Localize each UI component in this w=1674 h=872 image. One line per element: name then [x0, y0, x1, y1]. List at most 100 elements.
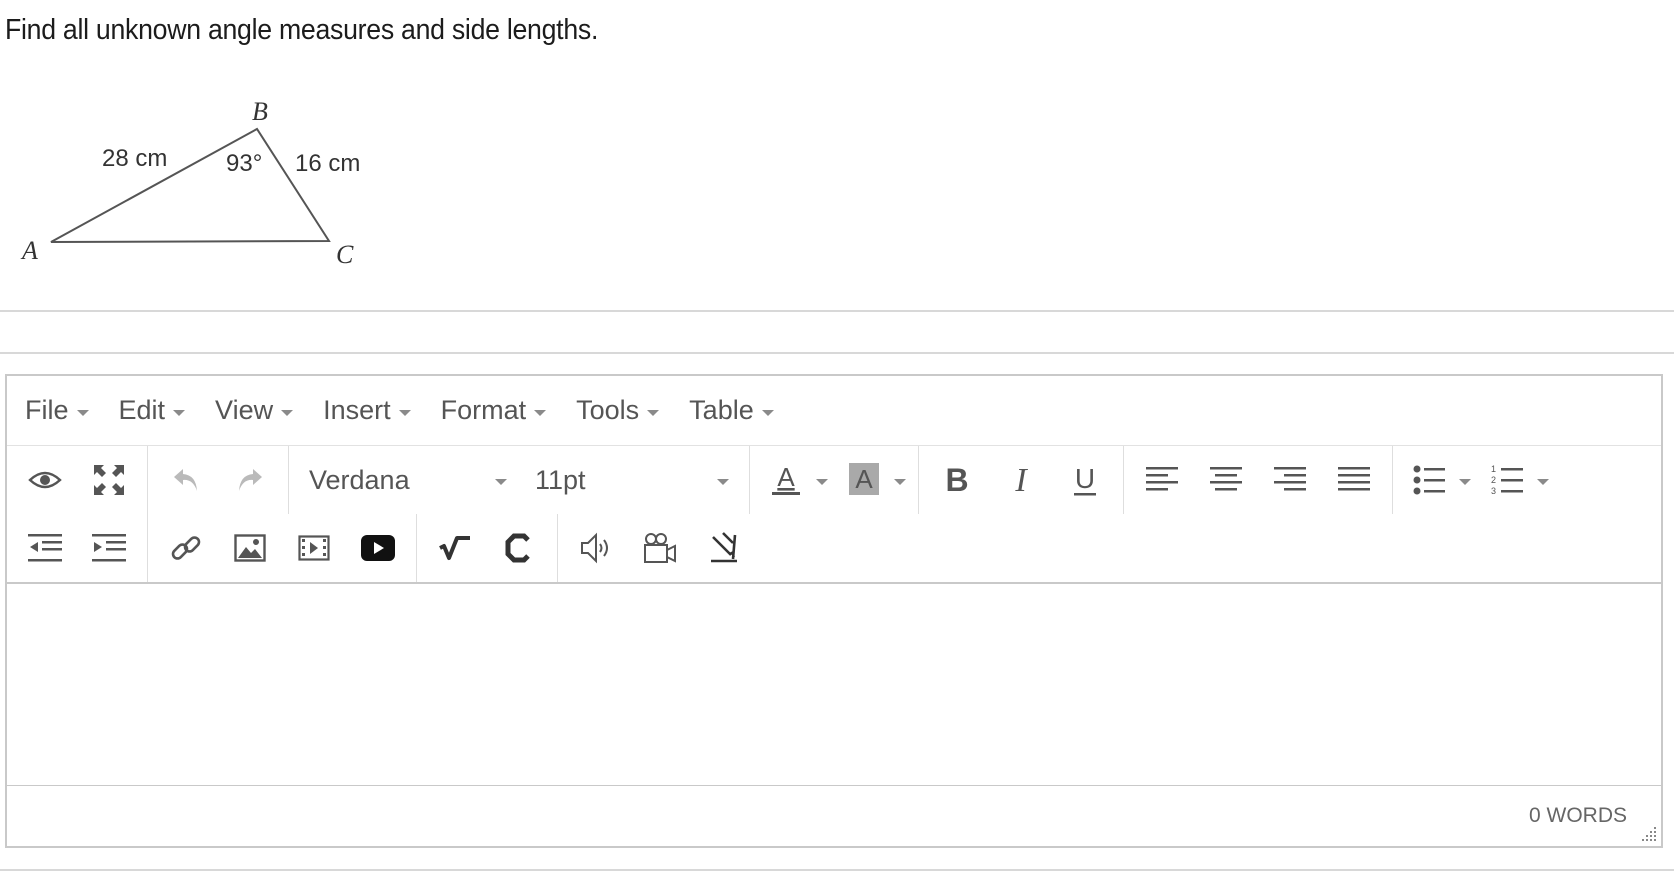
- italic-button[interactable]: I: [989, 450, 1053, 510]
- chevron-down-icon: [647, 409, 660, 416]
- bullet-list-icon: [1413, 465, 1445, 495]
- underline-icon: U: [1074, 463, 1096, 496]
- preview-icon: [28, 471, 62, 489]
- toolbar-group-indent: [7, 514, 148, 582]
- menu-tools[interactable]: Tools: [576, 395, 660, 426]
- svg-text:1: 1: [1491, 464, 1496, 474]
- menu-edit[interactable]: Edit: [119, 395, 186, 426]
- video-record-button[interactable]: [628, 518, 692, 578]
- youtube-button[interactable]: [346, 518, 410, 578]
- menu-label: Table: [689, 395, 754, 425]
- link-button[interactable]: [154, 518, 218, 578]
- question-text: Find all unknown angle measures and side…: [5, 14, 599, 46]
- equation-button[interactable]: [423, 518, 487, 578]
- align-left-button[interactable]: [1130, 450, 1194, 510]
- text-color-button[interactable]: A: [756, 450, 834, 510]
- toolbar-group-recording: [558, 514, 762, 582]
- undo-icon: [174, 469, 197, 491]
- image-button[interactable]: [218, 518, 282, 578]
- menu-view[interactable]: View: [215, 395, 294, 426]
- toolbar-row: Verdana 11pt A A B I U 1 2 3: [7, 446, 1561, 514]
- toolbar-group-color: A A: [750, 446, 919, 514]
- toolbar-group-align: [1124, 446, 1393, 514]
- chevron-down-icon: [534, 409, 547, 416]
- chemistry-button[interactable]: [487, 518, 551, 578]
- align-right-button[interactable]: [1258, 450, 1322, 510]
- draw-button[interactable]: [692, 518, 756, 578]
- editor-menubar: File Edit View Insert Format Tools Table: [7, 376, 1661, 446]
- toolbar-row: [7, 514, 762, 582]
- audio-button[interactable]: [564, 518, 628, 578]
- chevron-down-icon: [816, 479, 828, 485]
- toolbar-group-math: [417, 514, 558, 582]
- svg-text:A: A: [777, 462, 795, 492]
- toolbar-group-lists: 123: [1393, 446, 1561, 514]
- divider: [0, 869, 1674, 871]
- font-family-select[interactable]: Verdana: [295, 450, 521, 510]
- angle-label-b: 93°: [226, 150, 262, 177]
- align-center-icon: [1210, 467, 1242, 491]
- indent-icon: [92, 534, 126, 562]
- media-button[interactable]: [282, 518, 346, 578]
- menu-table[interactable]: Table: [689, 395, 774, 426]
- editor-content-area[interactable]: [7, 584, 1661, 786]
- svg-text:A: A: [855, 464, 873, 494]
- preview-button[interactable]: [13, 450, 77, 510]
- draw-icon: [711, 532, 737, 563]
- svg-text:2: 2: [1491, 475, 1496, 485]
- side-label-ab: 28 cm: [102, 145, 167, 172]
- fullscreen-button[interactable]: [77, 450, 141, 510]
- divider: [0, 310, 1674, 312]
- indent-button[interactable]: [77, 518, 141, 578]
- editor-statusbar: 0 WORDS: [7, 786, 1661, 846]
- chevron-down-icon: [1537, 479, 1549, 485]
- font-size-select[interactable]: 11pt: [521, 450, 743, 510]
- menu-label: Insert: [323, 395, 391, 425]
- underline-button[interactable]: U: [1053, 450, 1117, 510]
- bold-icon: B: [945, 463, 968, 497]
- youtube-icon: [361, 535, 395, 561]
- vertex-label-a: A: [20, 236, 38, 265]
- divider: [0, 352, 1674, 354]
- menu-file[interactable]: File: [25, 395, 89, 426]
- chevron-down-icon: [281, 409, 294, 416]
- background-color-button[interactable]: A: [834, 450, 912, 510]
- menu-label: View: [215, 395, 274, 425]
- align-right-icon: [1274, 467, 1306, 491]
- font-family-value: Verdana: [309, 464, 410, 495]
- menu-label: Tools: [576, 395, 640, 425]
- menu-label: Format: [440, 395, 527, 425]
- vertex-label-b: B: [252, 97, 268, 126]
- menu-insert[interactable]: Insert: [323, 395, 411, 426]
- video-record-icon: [644, 533, 676, 563]
- link-icon: [171, 536, 201, 560]
- align-center-button[interactable]: [1194, 450, 1258, 510]
- side-label-bc: 16 cm: [295, 150, 360, 177]
- chevron-down-icon: [495, 479, 507, 485]
- text-color-icon: A: [772, 462, 800, 495]
- bullet-list-button[interactable]: [1399, 450, 1477, 510]
- toolbar-group-insert: [148, 514, 417, 582]
- undo-button[interactable]: [154, 450, 218, 510]
- chevron-down-icon: [173, 409, 186, 416]
- redo-button[interactable]: [218, 450, 282, 510]
- vertex-label-c: C: [336, 240, 354, 269]
- chevron-down-icon: [76, 409, 89, 416]
- numbered-list-button[interactable]: 123: [1477, 450, 1555, 510]
- redo-icon: [239, 469, 262, 491]
- menu-label: File: [25, 395, 69, 425]
- resize-handle-icon[interactable]: [1641, 826, 1657, 842]
- align-justify-button[interactable]: [1322, 450, 1386, 510]
- font-size-value: 11pt: [535, 464, 586, 495]
- outdent-button[interactable]: [13, 518, 77, 578]
- menu-label: Edit: [118, 395, 166, 425]
- rich-text-editor: File Edit View Insert Format Tools Table: [5, 374, 1663, 848]
- background-color-icon: A: [849, 463, 879, 495]
- audio-icon: [581, 532, 608, 564]
- menu-format[interactable]: Format: [441, 395, 547, 426]
- chevron-down-icon: [398, 409, 411, 416]
- align-justify-icon: [1338, 467, 1370, 491]
- bold-button[interactable]: B: [925, 450, 989, 510]
- image-icon: [234, 534, 266, 562]
- chevron-down-icon: [894, 479, 906, 485]
